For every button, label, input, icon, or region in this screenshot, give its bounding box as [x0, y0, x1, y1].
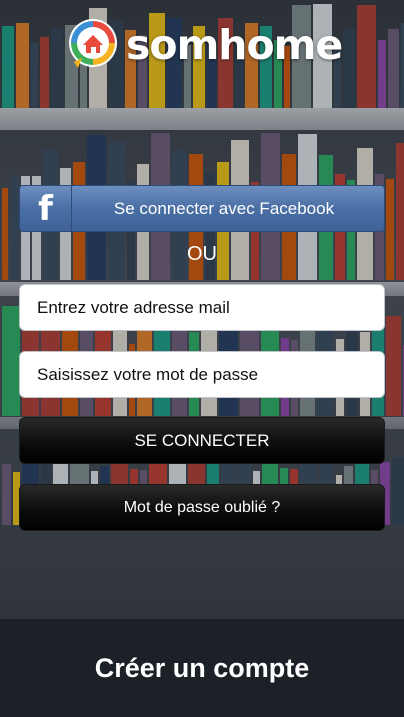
house-bubble-icon	[66, 18, 120, 72]
email-field-container	[19, 284, 385, 331]
brand-logo: somhome	[66, 14, 343, 76]
forgot-password-button[interactable]: Mot de passe oublié ?	[19, 484, 385, 531]
login-button[interactable]: SE CONNECTER	[19, 417, 385, 464]
or-separator: OU	[187, 243, 217, 265]
brand-name: somhome	[126, 21, 343, 69]
facebook-f-icon: f	[20, 186, 72, 231]
password-input[interactable]	[35, 363, 369, 386]
email-input[interactable]	[35, 296, 369, 319]
create-account-label: Créer un compte	[94, 652, 310, 683]
facebook-login-label: Se connecter avec Facebook	[113, 198, 335, 218]
password-field-container	[19, 351, 385, 398]
facebook-login-button[interactable]: f Se connecter avec Facebook	[19, 185, 385, 232]
create-account-footer[interactable]: Créer un compte	[0, 619, 404, 717]
